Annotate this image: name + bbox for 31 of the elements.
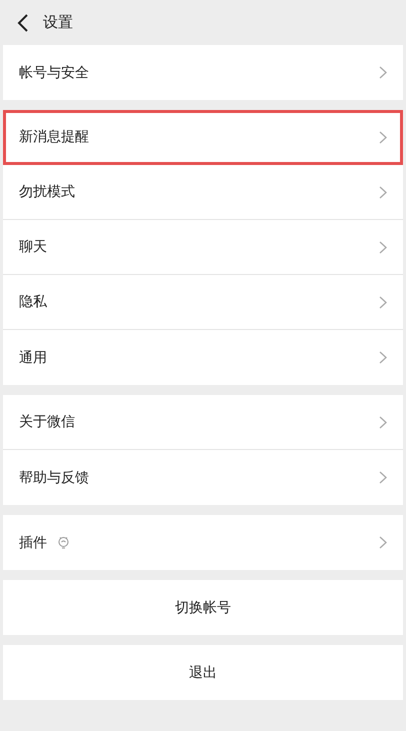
chevron-icon [379, 351, 387, 364]
chevron-icon [379, 471, 387, 484]
action-button[interactable]: 退出 [3, 645, 403, 700]
settings-item[interactable]: 帮助与反馈 [3, 450, 403, 505]
settings-item[interactable]: 隐私 [3, 275, 403, 330]
item-label: 帐号与安全 [19, 64, 89, 82]
item-label: 聊天 [19, 238, 47, 256]
page-title: 设置 [43, 13, 73, 32]
item-label: 插件 [19, 534, 47, 552]
settings-item[interactable]: 关于微信 [3, 395, 403, 450]
back-icon[interactable] [17, 14, 29, 32]
chevron-icon [379, 416, 387, 428]
chevron-icon [379, 240, 387, 254]
item-label: 帮助与反馈 [19, 468, 89, 486]
item-label: 新消息提醒 [19, 128, 89, 146]
settings-item[interactable]: 勿扰模式 [3, 165, 403, 220]
chevron-icon [379, 296, 387, 308]
settings-item[interactable]: 新消息提醒 [3, 110, 403, 165]
item-label: 通用 [19, 348, 47, 366]
settings-item[interactable]: 通用 [3, 330, 403, 385]
chevron-icon [379, 186, 387, 198]
item-label: 隐私 [19, 293, 47, 311]
settings-item[interactable]: 插件 [3, 515, 403, 570]
chevron-icon [379, 66, 387, 79]
chevron-icon [379, 130, 387, 144]
action-button[interactable]: 切换帐号 [3, 580, 403, 635]
chevron-icon [379, 536, 387, 549]
item-label: 勿扰模式 [19, 183, 75, 201]
settings-item[interactable]: 帐号与安全 [3, 45, 403, 100]
settings-item[interactable]: 聊天 [3, 220, 403, 275]
item-label: 关于微信 [19, 413, 75, 431]
